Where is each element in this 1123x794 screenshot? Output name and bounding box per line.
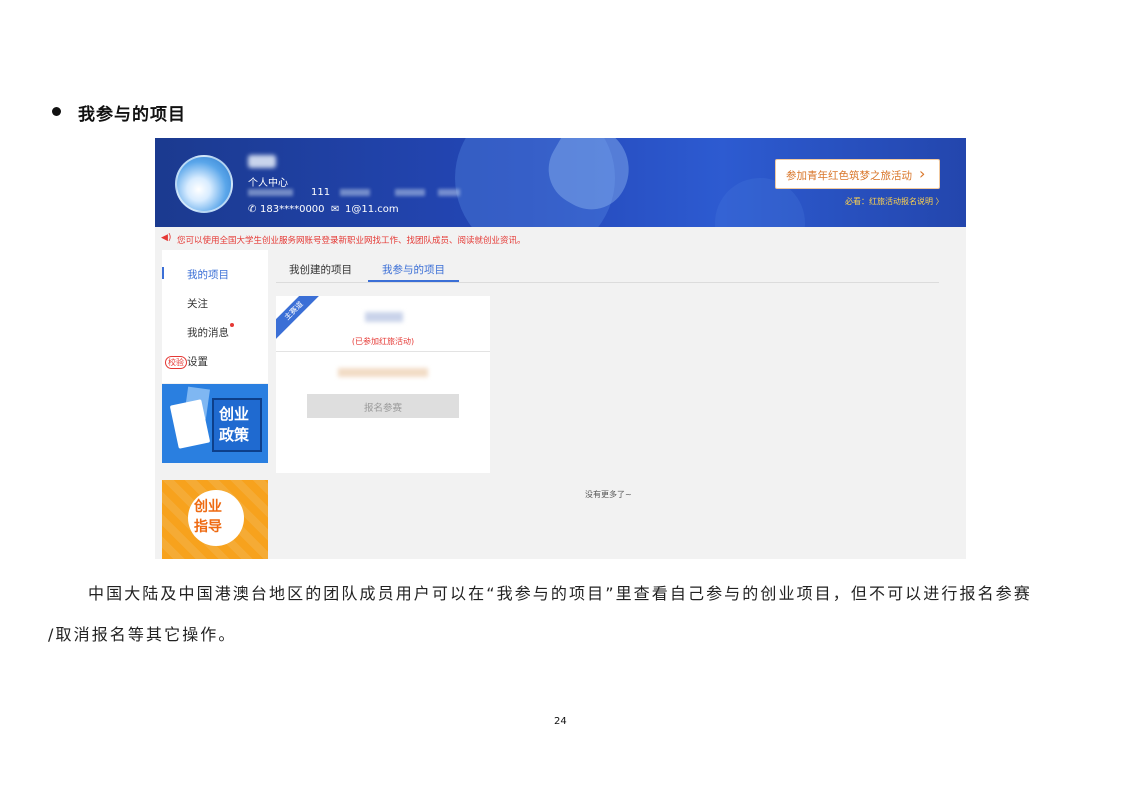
- unread-dot: [230, 323, 234, 327]
- tab-joined-projects[interactable]: 我参与的项目: [382, 262, 445, 277]
- paragraph-line: /取消报名等其它操作。: [48, 625, 237, 644]
- mail-icon: ✉: [331, 204, 340, 215]
- settings-badge: 校验: [165, 356, 187, 369]
- page-number: 24: [554, 716, 567, 727]
- phone-icon: ✆: [248, 204, 257, 215]
- red-tour-guide-link[interactable]: 必看：红旅活动报名说明 〉: [845, 196, 944, 207]
- redacted-info: [248, 189, 293, 196]
- sidebar-item-my-projects[interactable]: 我的项目: [187, 267, 229, 282]
- redacted-info: [395, 189, 425, 196]
- policy-box: 创业 政策: [212, 398, 262, 452]
- project-info-redacted: [338, 368, 428, 377]
- no-more-text: 没有更多了~: [585, 490, 632, 499]
- guidance-banner[interactable]: 创业 指导: [162, 480, 268, 559]
- signup-button-label: 报名参赛: [363, 403, 402, 414]
- tab-divider: [276, 282, 939, 283]
- guidance-circle: 创业 指导: [188, 490, 244, 546]
- join-button-label: 参加青年红色筑梦之旅活动: [786, 170, 912, 182]
- guidance-text-line: 创业: [194, 499, 222, 515]
- tab-created-projects[interactable]: 我创建的项目: [289, 262, 352, 277]
- project-card[interactable]: 主赛道 (已参加红旅活动) 报名参赛: [276, 296, 490, 473]
- chevron-right-icon: ›: [919, 164, 926, 183]
- policy-banner[interactable]: 创业 政策: [162, 384, 268, 463]
- personal-center-label: 个人中心: [248, 178, 288, 189]
- project-name-redacted: [365, 312, 403, 322]
- sidebar-item-settings[interactable]: 设置: [187, 354, 208, 369]
- active-tab-underline: [368, 280, 459, 282]
- join-red-tour-button[interactable]: 参加青年红色筑梦之旅活动 ›: [775, 159, 940, 189]
- sidebar: 我的项目 关注 我的消息 校验 设置: [162, 250, 268, 383]
- guidance-text-line: 指导: [194, 519, 222, 535]
- active-indicator: [162, 267, 164, 279]
- policy-text: 创业 政策: [219, 404, 249, 446]
- email-address: 1@11.com: [345, 204, 399, 215]
- redacted-info: [438, 189, 460, 196]
- project-status: (已参加红旅活动): [351, 337, 415, 346]
- count-value: 111: [311, 187, 331, 198]
- paragraph-line: 中国大陆及中国港澳台地区的团队成员用户可以在“我参与的项目”里查看自己参与的创业…: [88, 584, 1032, 603]
- sidebar-item-messages[interactable]: 我的消息: [187, 325, 229, 340]
- avatar[interactable]: [175, 155, 233, 213]
- notice-text: 您可以使用全国大学生创业服务网账号登录新职业网找工作、找团队成员、阅读就创业资讯…: [177, 236, 526, 246]
- signup-button[interactable]: 报名参赛: [307, 394, 459, 418]
- phone-number: 183****0000: [260, 204, 325, 215]
- profile-header: 个人中心 111 ✆ 183****0000 ✉ 1@11.com 参加青年红色…: [155, 138, 966, 227]
- policy-text-line: 创业: [219, 405, 250, 423]
- user-name-redacted: [248, 155, 276, 168]
- section-heading: 我参与的项目: [78, 105, 186, 125]
- speaker-icon: ◀): [161, 233, 172, 243]
- redacted-info: [340, 189, 370, 196]
- ui-screenshot: 个人中心 111 ✆ 183****0000 ✉ 1@11.com 参加青年红色…: [155, 138, 966, 559]
- guidance-text: 创业 指导: [194, 497, 222, 537]
- sidebar-item-follow[interactable]: 关注: [187, 296, 208, 311]
- heading-bullet: [52, 107, 61, 116]
- card-divider: [276, 351, 490, 352]
- policy-text-line: 政策: [219, 426, 250, 444]
